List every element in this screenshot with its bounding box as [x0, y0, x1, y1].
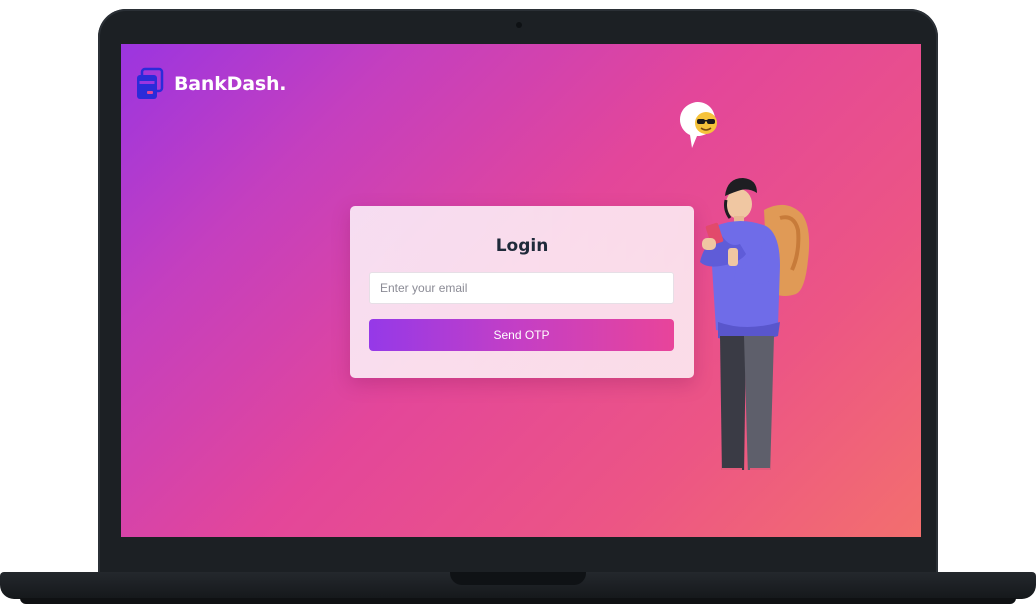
- login-title: Login: [495, 236, 549, 256]
- laptop-notch: [450, 572, 586, 585]
- login-card: Login Send OTP: [350, 206, 694, 378]
- sunglasses-emoji-icon: [679, 102, 717, 148]
- laptop-base-edge: [20, 598, 1016, 604]
- brand[interactable]: BankDash.: [135, 66, 287, 102]
- camera-icon: [516, 22, 522, 28]
- brand-name: BankDash.: [174, 73, 287, 95]
- send-otp-button[interactable]: Send OTP: [369, 319, 674, 351]
- app-screen: BankDash. Login Send OTP: [121, 44, 921, 537]
- person-illustration: [676, 100, 816, 492]
- email-input[interactable]: [369, 272, 674, 304]
- stacked-cards-icon: [135, 67, 165, 101]
